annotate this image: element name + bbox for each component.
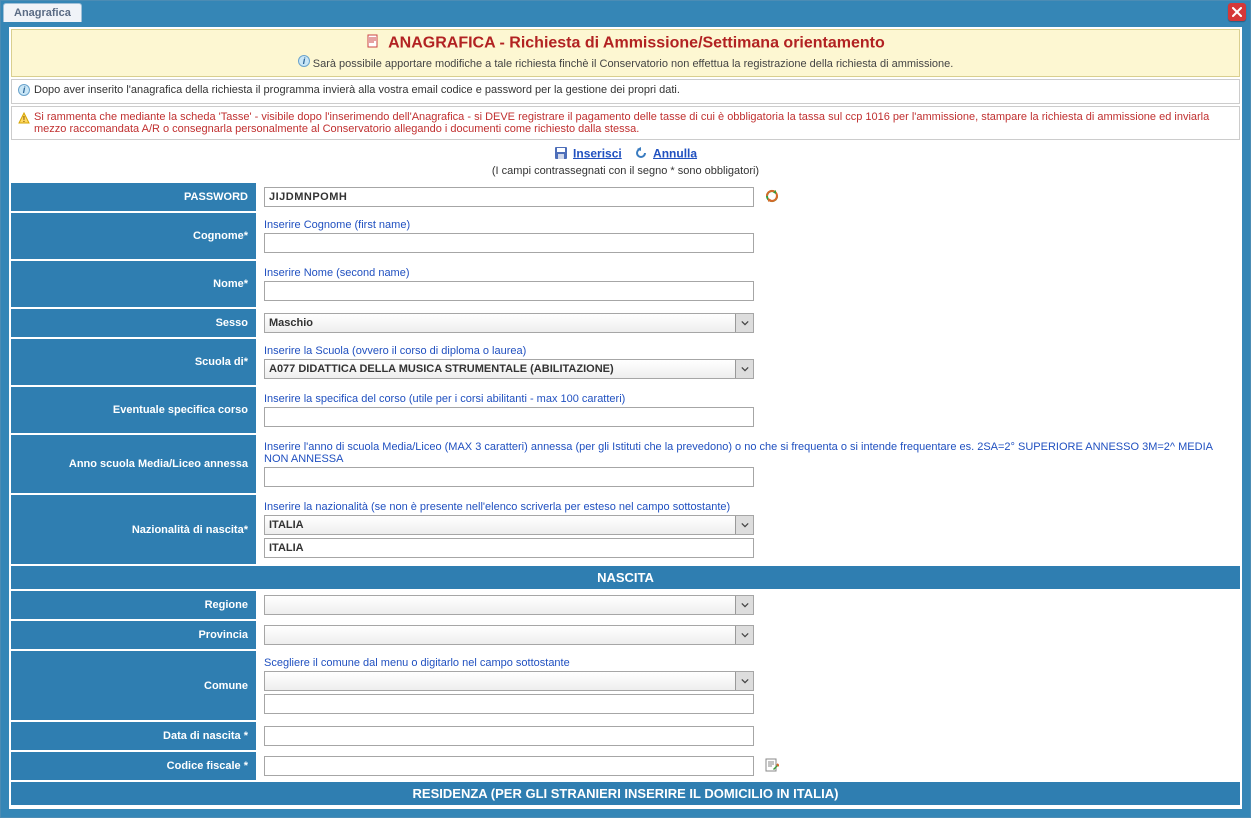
nazionalita-input[interactable] (264, 538, 754, 558)
warning-notice-text: Si rammenta che mediante la scheda 'Tass… (34, 111, 1233, 135)
document-icon (366, 34, 380, 53)
label-scuola: Scuola di* (11, 338, 256, 386)
hint-cognome: Inserire Cognome (first name) (264, 219, 1236, 231)
inserisci-link[interactable]: Inserisci (573, 146, 622, 160)
regione-select[interactable] (264, 595, 754, 615)
hint-nazionalita: Inserire la nazionalità (se non è presen… (264, 501, 1236, 513)
info-icon: i (298, 58, 313, 70)
panel-window: Anagrafica ANAGRAFICA - Richiesta di Amm… (0, 0, 1251, 818)
hint-comune: Scegliere il comune dal menu o digitarlo… (264, 657, 1236, 669)
hint-specifica: Inserire la specifica del corso (utile p… (264, 393, 1236, 405)
page-title: ANAGRAFICA - Richiesta di Ammissione/Set… (20, 34, 1231, 53)
password-input[interactable] (264, 187, 754, 207)
provincia-select[interactable] (264, 625, 754, 645)
info-icon: i (18, 84, 30, 99)
header-subtitle-text: Sarà possibile apportare modifiche a tal… (313, 58, 954, 70)
close-button[interactable] (1228, 3, 1246, 21)
label-sesso: Sesso (11, 308, 256, 338)
section-nascita: NASCITA (11, 565, 1240, 590)
hint-scuola: Inserire la Scuola (ovvero il corso di d… (264, 345, 1236, 357)
warning-icon: ! (18, 112, 30, 127)
page-title-text: ANAGRAFICA - Richiesta di Ammissione/Set… (388, 35, 885, 52)
hint-anno-annessa: Inserire l'anno di scuola Media/Liceo (M… (264, 441, 1236, 465)
scuola-select[interactable] (264, 359, 754, 379)
specifica-input[interactable] (264, 407, 754, 427)
edit-codice-fiscale-button[interactable] (765, 758, 779, 775)
info-notice-text: Dopo aver inserito l'anagrafica della ri… (34, 84, 680, 99)
form-table: PASSWORD Cognome* Inserire Cognome (firs… (11, 183, 1240, 807)
save-icon (554, 146, 568, 163)
label-regione: Regione (11, 590, 256, 620)
label-codice-fiscale: Codice fiscale * (11, 751, 256, 781)
label-password: PASSWORD (11, 183, 256, 212)
info-notice: i Dopo aver inserito l'anagrafica della … (11, 79, 1240, 104)
close-icon (1232, 7, 1242, 17)
label-comune: Comune (11, 650, 256, 721)
header-box: ANAGRAFICA - Richiesta di Ammissione/Set… (11, 29, 1240, 77)
section-residenza: RESIDENZA (PER GLI STRANIERI INSERIRE IL… (11, 781, 1240, 806)
label-anno-annessa: Anno scuola Media/Liceo annessa (11, 434, 256, 494)
hint-nome: Inserire Nome (second name) (264, 267, 1236, 279)
label-specifica: Eventuale specifica corso (11, 386, 256, 434)
cognome-input[interactable] (264, 233, 754, 253)
header-subtitle: i Sarà possibile apportare modifiche a t… (20, 55, 1231, 70)
anno-annessa-input[interactable] (264, 467, 754, 487)
data-nascita-input[interactable] (264, 726, 754, 746)
svg-text:!: ! (23, 115, 26, 124)
comune-select[interactable] (264, 671, 754, 691)
action-bar: Inserisci Annulla (11, 140, 1240, 165)
label-nome: Nome* (11, 260, 256, 308)
undo-icon (634, 146, 648, 163)
annulla-link[interactable]: Annulla (653, 146, 697, 160)
titlebar: Anagrafica (1, 1, 1250, 23)
required-note: (I campi contrassegnati con il segno * s… (11, 165, 1240, 183)
sesso-select[interactable] (264, 313, 754, 333)
nome-input[interactable] (264, 281, 754, 301)
refresh-password-button[interactable] (765, 189, 779, 206)
tab-anagrafica[interactable]: Anagrafica (3, 3, 82, 22)
label-nazionalita: Nazionalità di nascita* (11, 494, 256, 565)
content-area: ANAGRAFICA - Richiesta di Ammissione/Set… (1, 23, 1250, 817)
comune-input[interactable] (264, 694, 754, 714)
warning-notice: ! Si rammenta che mediante la scheda 'Ta… (11, 106, 1240, 140)
label-cognome: Cognome* (11, 212, 256, 260)
codice-fiscale-input[interactable] (264, 756, 754, 776)
label-provincia: Provincia (11, 620, 256, 650)
nazionalita-select[interactable] (264, 515, 754, 535)
label-data-nascita: Data di nascita * (11, 721, 256, 751)
